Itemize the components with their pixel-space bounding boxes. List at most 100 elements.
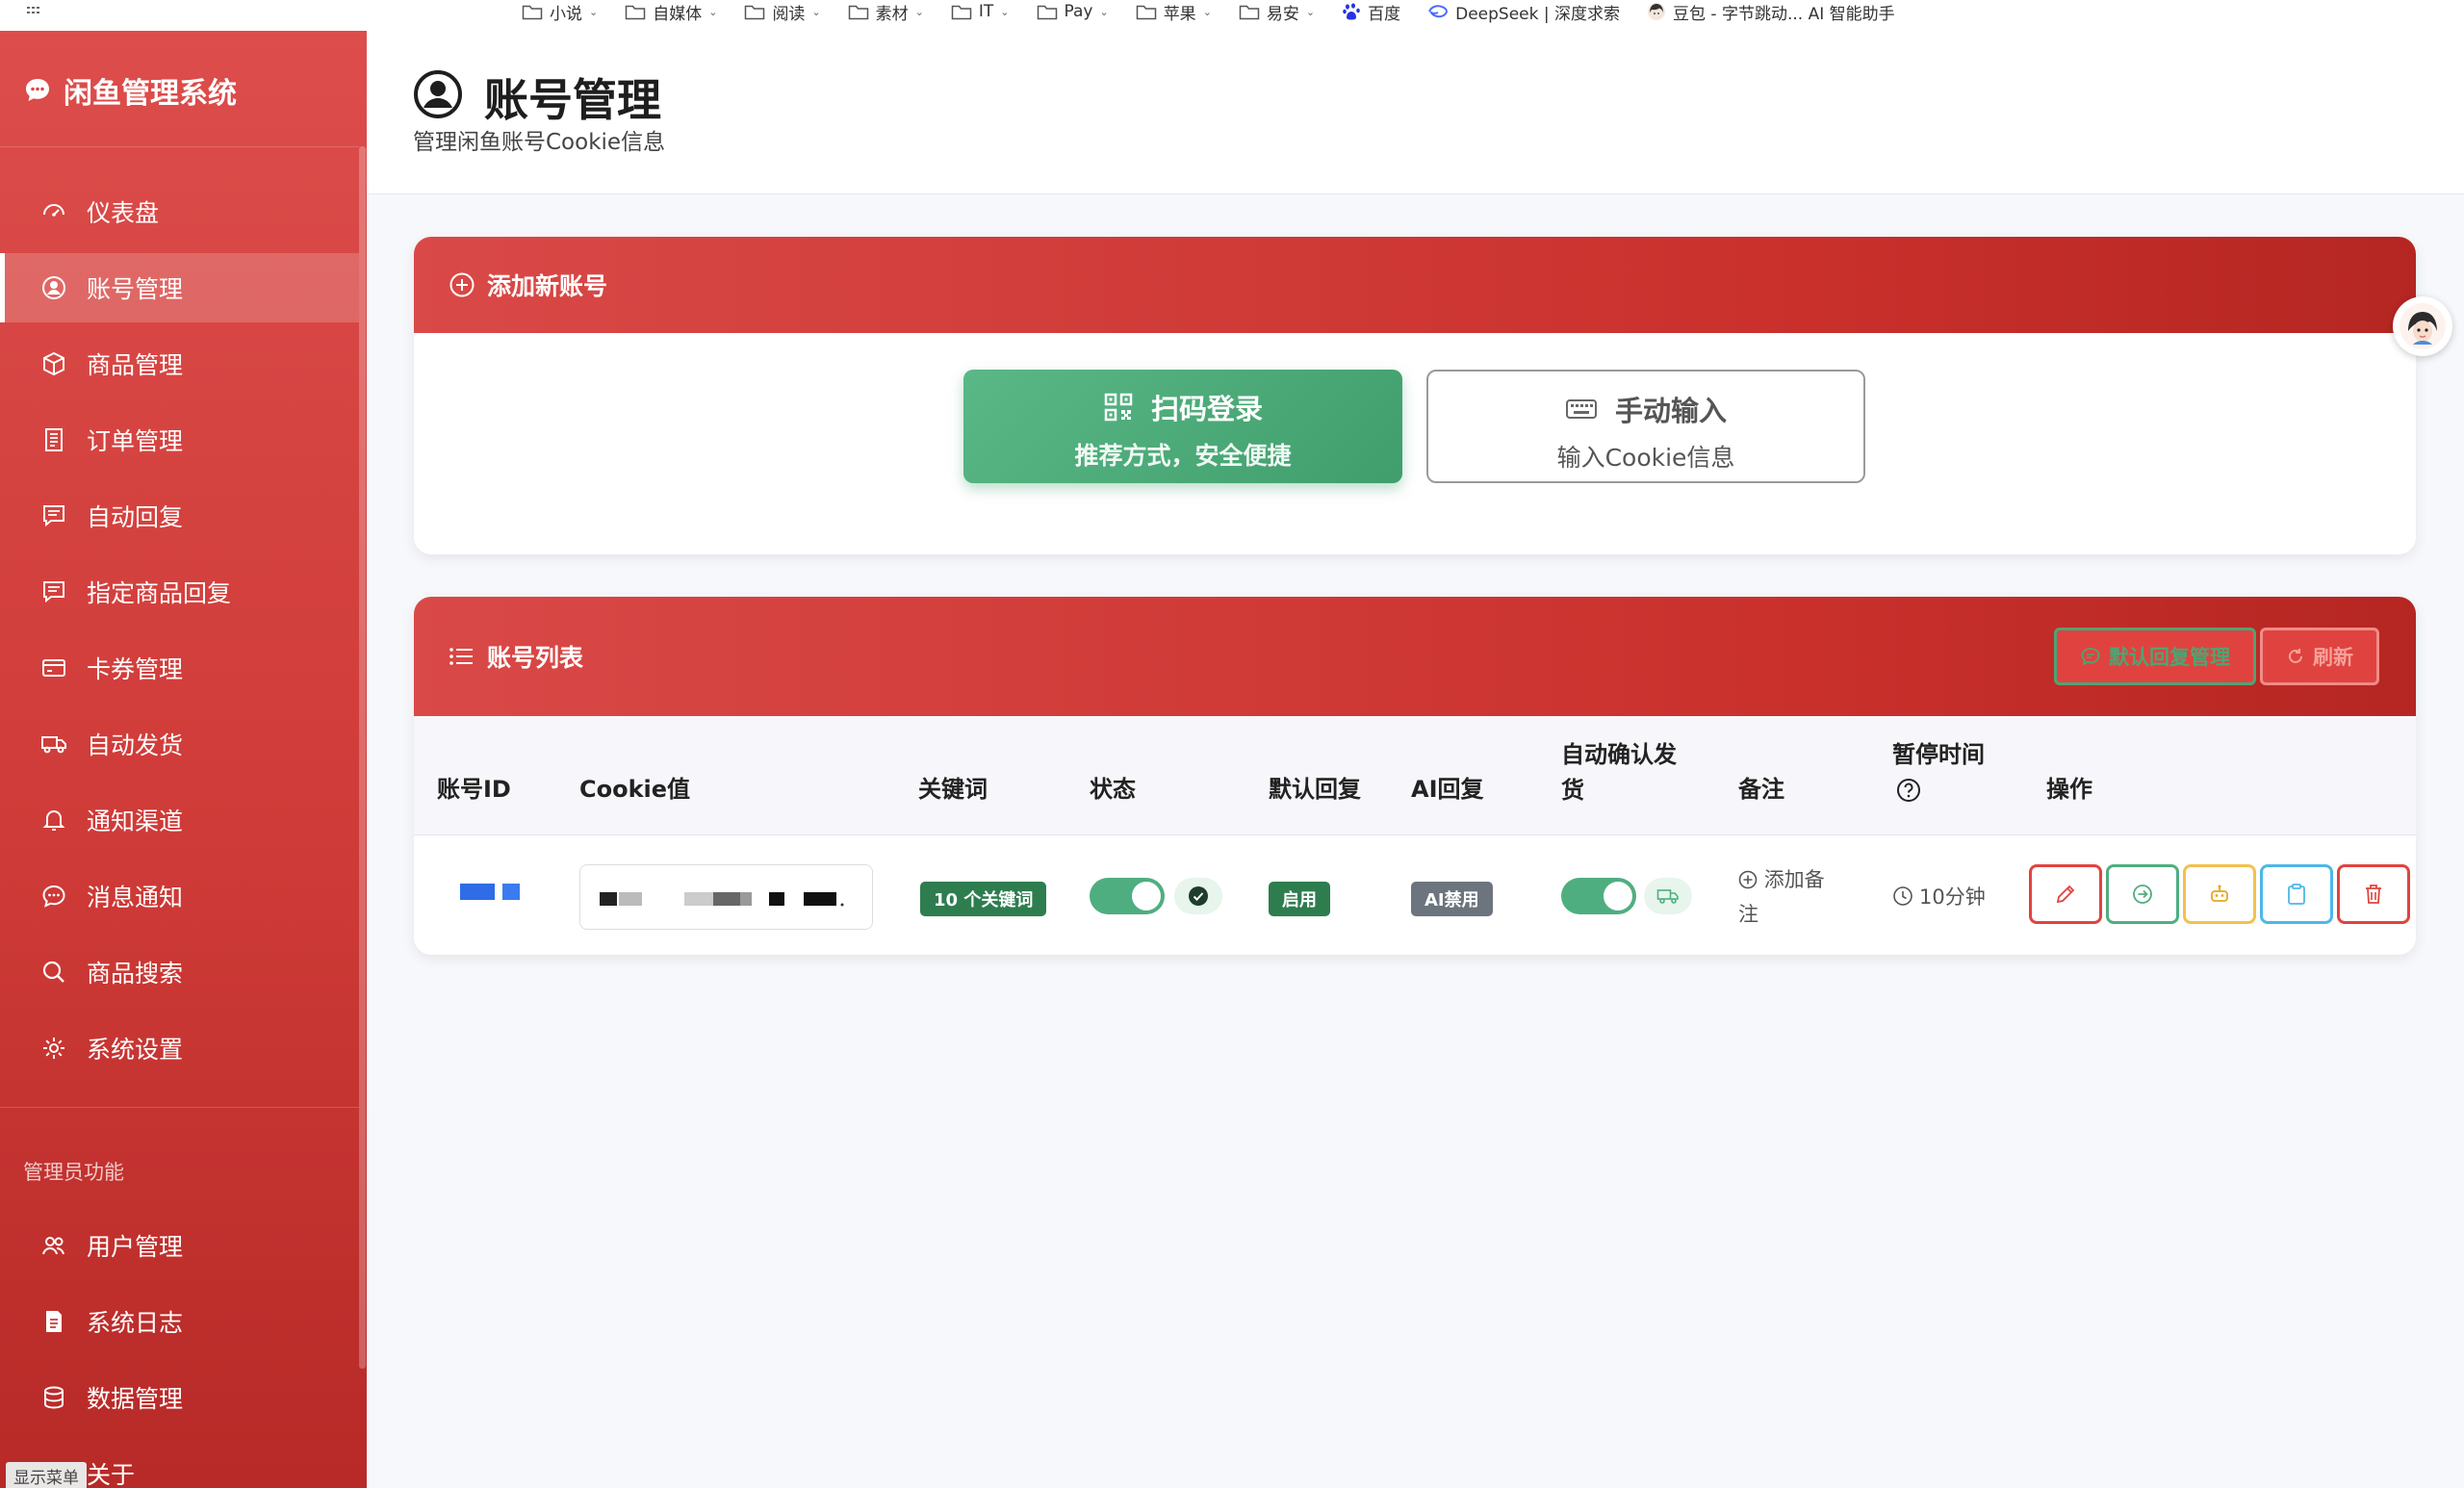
bookmark-label: 苹果 bbox=[1163, 4, 1196, 24]
sidebar-item-chat-dots[interactable]: 消息通知 bbox=[0, 861, 359, 931]
sidebar-admin-item-people[interactable]: 用户管理 bbox=[0, 1211, 359, 1280]
auto-confirm-toggle[interactable] bbox=[1561, 878, 1636, 914]
table-row: 10 个关键词 启用 AI禁用 添加备注 10分钟 bbox=[414, 835, 2416, 955]
sidebar-item-search[interactable]: 商品搜索 bbox=[0, 937, 359, 1007]
column-header-cookie: Cookie值 bbox=[579, 776, 691, 803]
sidebar-scrollbar[interactable] bbox=[359, 146, 366, 1369]
manual-input-subtitle: 输入Cookie信息 bbox=[1556, 444, 1735, 472]
deepseek-whale-icon bbox=[1428, 5, 1449, 18]
bookmark-label: IT bbox=[978, 2, 994, 21]
ai-settings-button[interactable] bbox=[2183, 864, 2256, 924]
folder-icon bbox=[951, 5, 972, 20]
receipt-icon bbox=[45, 428, 63, 451]
sidebar-admin-item-database[interactable]: 数据管理 bbox=[0, 1363, 359, 1432]
gear-icon bbox=[43, 1038, 64, 1059]
bookmark-folder[interactable]: 素材 ⌄ bbox=[848, 0, 924, 24]
bookmark-label: 阅读 bbox=[772, 4, 806, 24]
divider bbox=[0, 146, 359, 147]
sidebar-item-label: 仪表盘 bbox=[87, 199, 160, 227]
cookie-value-masked[interactable] bbox=[579, 864, 873, 930]
redacted-cookie-image bbox=[600, 892, 844, 907]
chat-bubble-icon bbox=[26, 79, 49, 101]
refresh-icon bbox=[2289, 649, 2302, 663]
folder-icon bbox=[625, 5, 646, 20]
sidebar-item-credit-card[interactable]: 卡券管理 bbox=[0, 633, 359, 703]
chevron-down-icon: ⌄ bbox=[1099, 5, 1109, 18]
keyboard-icon bbox=[1565, 399, 1597, 419]
sidebar-item-bell[interactable]: 通知渠道 bbox=[0, 785, 359, 855]
folder-icon bbox=[848, 5, 868, 20]
add-account-card: 添加新账号 扫码登录 推荐方式，安全便捷 手动输入 输入Cookie信息 bbox=[414, 237, 2416, 554]
edit-button[interactable] bbox=[2029, 864, 2102, 924]
sidebar-item-user-circle[interactable]: 账号管理 bbox=[0, 253, 359, 322]
bookmark-folder[interactable]: 小说 ⌄ bbox=[522, 0, 598, 24]
bookmark-link[interactable]: DeepSeek | 深度求索 bbox=[1427, 0, 1620, 24]
sidebar-item-chat-square[interactable]: 自动回复 bbox=[0, 481, 359, 551]
bookmark-folder[interactable]: 易安 ⌄ bbox=[1239, 0, 1315, 24]
add-remark-link[interactable]: 添加备注 bbox=[1738, 862, 1844, 932]
copy-button[interactable] bbox=[2260, 864, 2333, 924]
chevron-down-icon: ⌄ bbox=[1305, 5, 1316, 18]
pencil-icon bbox=[2056, 885, 2075, 904]
sidebar-item-label: 账号管理 bbox=[87, 275, 184, 303]
bookmark-folder[interactable]: Pay ⌄ bbox=[1037, 2, 1109, 21]
page-title: 账号管理 bbox=[484, 74, 661, 126]
bookmark-link[interactable]: 百度 bbox=[1342, 0, 1400, 24]
account-list-card: 账号列表 默认回复管理 刷新 账号ID Cookie值 关键词 状态 默认回复 … bbox=[414, 597, 2416, 955]
search-icon bbox=[42, 961, 64, 983]
clock-icon bbox=[1893, 886, 1912, 906]
column-header-auto-confirm: 自动确认发货 bbox=[1561, 741, 1677, 804]
manual-input-button[interactable]: 手动输入 输入Cookie信息 bbox=[1426, 370, 1865, 483]
show-menu-button[interactable]: 显示菜单 bbox=[6, 1462, 87, 1488]
qr-login-button[interactable]: 扫码登录 推荐方式，安全便捷 bbox=[963, 370, 1402, 483]
sidebar-item-chat-square-text[interactable]: 指定商品回复 bbox=[0, 557, 359, 627]
qr-code-icon bbox=[1104, 393, 1133, 422]
chevron-down-icon: ⌄ bbox=[1000, 5, 1010, 18]
qr-login-title: 扫码登录 bbox=[1150, 393, 1263, 425]
sidebar: 闲鱼管理系统 仪表盘账号管理商品管理订单管理 自动回复 指定商品回复卡券管理自动发货… bbox=[0, 31, 367, 1488]
default-reply-manage-button[interactable]: 默认回复管理 bbox=[2054, 628, 2256, 685]
bookmark-label: 豆包 - 字节跳动... AI 智能助手 bbox=[1673, 4, 1895, 24]
keywords-badge[interactable]: 10 个关键词 bbox=[920, 882, 1047, 916]
bookmark-label: 自媒体 bbox=[653, 4, 703, 24]
bookmark-list: 小说 ⌄ 自媒体 ⌄ 阅读 ⌄ 素材 ⌄ IT ⌄ Pay ⌄ 苹果 ⌄ 易安 ⌄ 百度 DeepSeek | 深… bbox=[522, 0, 1895, 24]
box-icon bbox=[43, 351, 64, 376]
bookmark-folder[interactable]: 自媒体 ⌄ bbox=[625, 0, 717, 24]
login-button[interactable] bbox=[2106, 864, 2179, 924]
user-circle-icon bbox=[414, 70, 462, 118]
brand[interactable]: 闲鱼管理系统 bbox=[23, 69, 237, 112]
chevron-down-icon: ⌄ bbox=[811, 5, 821, 18]
sidebar-item-label: 商品管理 bbox=[87, 351, 184, 379]
default-reply-badge: 启用 bbox=[1269, 882, 1330, 916]
column-header-account-id: 账号ID bbox=[437, 776, 511, 803]
bookmark-label: 易安 bbox=[1266, 4, 1299, 24]
bookmark-link[interactable]: 豆包 - 字节跳动... AI 智能助手 bbox=[1647, 0, 1895, 24]
sidebar-admin-item-file-text[interactable]: 系统日志 bbox=[0, 1287, 359, 1356]
delete-button[interactable] bbox=[2337, 864, 2410, 924]
sidebar-item-label: 通知渠道 bbox=[87, 808, 184, 835]
question-circle-icon[interactable] bbox=[1896, 778, 1921, 803]
sidebar-item-receipt[interactable]: 订单管理 bbox=[0, 405, 359, 475]
bookmark-folder[interactable]: 苹果 ⌄ bbox=[1136, 0, 1212, 24]
assistant-avatar[interactable] bbox=[2393, 296, 2452, 356]
chevron-down-icon: ⌄ bbox=[914, 5, 924, 18]
column-header-pause-time: 暂停时间 bbox=[1892, 741, 1985, 768]
sidebar-item-gear[interactable]: 系统设置 bbox=[0, 1013, 359, 1083]
column-header-remark: 备注 bbox=[1738, 776, 1784, 803]
refresh-button[interactable]: 刷新 bbox=[2260, 628, 2379, 685]
sidebar-item-label: 卡券管理 bbox=[87, 655, 184, 683]
bookmark-folder[interactable]: 阅读 ⌄ bbox=[744, 0, 821, 24]
account-list-title: 账号列表 bbox=[487, 644, 584, 672]
brand-title: 闲鱼管理系统 bbox=[64, 77, 237, 111]
sidebar-item-truck[interactable]: 自动发货 bbox=[0, 709, 359, 779]
bookmark-label: 素材 bbox=[875, 4, 909, 24]
sidebar-item-dashboard[interactable]: 仪表盘 bbox=[0, 177, 359, 246]
ai-reply-badge: AI禁用 bbox=[1411, 882, 1493, 916]
chat-icon bbox=[2081, 648, 2100, 666]
bookmark-label: DeepSeek | 深度求索 bbox=[1455, 4, 1621, 24]
bookmark-folder[interactable]: IT ⌄ bbox=[951, 2, 1010, 21]
folder-icon bbox=[522, 5, 543, 20]
sidebar-item-box[interactable]: 商品管理 bbox=[0, 329, 359, 398]
apps-grid-icon[interactable] bbox=[25, 4, 44, 23]
status-toggle[interactable] bbox=[1090, 878, 1165, 914]
